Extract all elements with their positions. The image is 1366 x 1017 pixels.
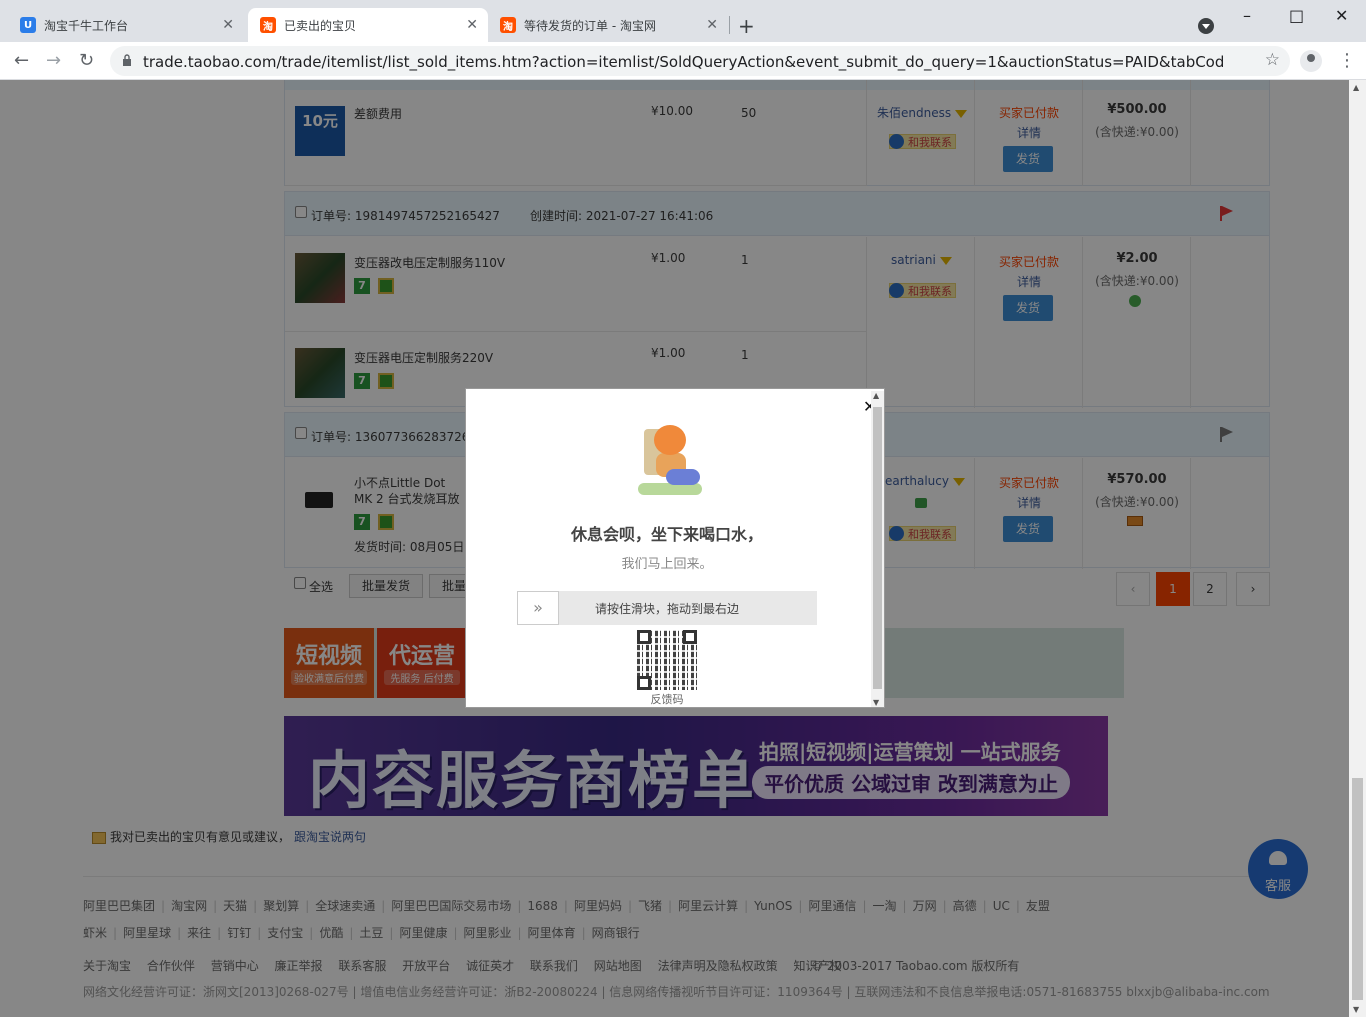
tab-close-icon[interactable]: ✕ [706, 17, 718, 33]
scroll-down-icon[interactable]: ▼ [873, 698, 879, 707]
modal-scrollbar-thumb[interactable] [873, 407, 882, 689]
profile-avatar-icon[interactable] [1300, 50, 1322, 72]
page-scrollbar[interactable]: ▲ ▼ [1349, 80, 1366, 1017]
scroll-up-icon[interactable]: ▲ [873, 391, 879, 400]
tab-pending-orders[interactable]: 淘 等待发货的订单 - 淘宝网 ✕ [488, 8, 728, 42]
maximize-icon[interactable]: □ [1289, 6, 1304, 25]
close-window-icon[interactable]: ✕ [1335, 6, 1348, 25]
tab-qianniu[interactable]: U 淘宝千牛工作台 ✕ [8, 8, 244, 42]
qianniu-favicon-icon: U [20, 17, 36, 33]
scrollbar-thumb[interactable] [1352, 778, 1363, 1000]
new-tab-icon[interactable]: + [738, 14, 755, 38]
qr-code-label: 反馈码 [650, 693, 684, 706]
browser-tab-bar: U 淘宝千牛工作台 ✕ 淘 已卖出的宝贝 ✕ 淘 等待发货的订单 - 淘宝网 ✕… [0, 0, 1366, 42]
url-text[interactable]: trade.taobao.com/trade/itemlist/list_sol… [143, 53, 1223, 71]
taobao-favicon-icon: 淘 [260, 17, 276, 33]
address-bar[interactable]: trade.taobao.com/trade/itemlist/list_sol… [110, 46, 1290, 76]
modal-scrollbar[interactable]: ▲ ▼ [871, 391, 884, 707]
slider-hint: 请按住滑块，拖动到最右边 [594, 602, 739, 616]
taobao-favicon-icon: 淘 [500, 17, 516, 33]
slider-captcha[interactable]: » 请按住滑块，拖动到最右边 [517, 591, 817, 625]
tab-title: 淘宝千牛工作台 [44, 18, 129, 33]
tab-separator [729, 16, 730, 34]
modal-subtitle: 我们马上回来。 [621, 557, 713, 572]
tab-close-icon[interactable]: ✕ [222, 17, 234, 33]
qr-code [637, 630, 697, 690]
tab-title: 等待发货的订单 - 淘宝网 [524, 18, 656, 33]
tab-search-icon[interactable] [1198, 18, 1214, 34]
tab-close-icon[interactable]: ✕ [466, 17, 478, 33]
browser-toolbar: ← → ↻ trade.taobao.com/trade/itemlist/li… [0, 42, 1366, 80]
scroll-up-icon[interactable]: ▲ [1353, 83, 1359, 92]
captcha-modal: ✕ 休息会呗，坐下来喝口水， 我们马上回来。 » 请按住滑块，拖动到最右边 反馈… [465, 388, 885, 708]
minimize-icon[interactable]: – [1243, 6, 1251, 25]
scroll-down-icon[interactable]: ▼ [1353, 1005, 1359, 1014]
reload-icon[interactable]: ↻ [79, 50, 94, 71]
lock-icon [123, 54, 131, 66]
back-icon[interactable]: ← [14, 50, 29, 71]
tab-title: 已卖出的宝贝 [284, 18, 357, 33]
resting-mascot-illustration [636, 419, 706, 499]
tab-sold-items[interactable]: 淘 已卖出的宝贝 ✕ [248, 8, 488, 42]
forward-icon[interactable]: → [46, 50, 61, 71]
browser-menu-icon[interactable]: ⋮ [1338, 50, 1356, 71]
slider-handle-icon[interactable]: » [517, 591, 559, 625]
bookmark-star-icon[interactable]: ☆ [1265, 50, 1280, 70]
modal-title: 休息会呗，坐下来喝口水， [570, 525, 763, 544]
